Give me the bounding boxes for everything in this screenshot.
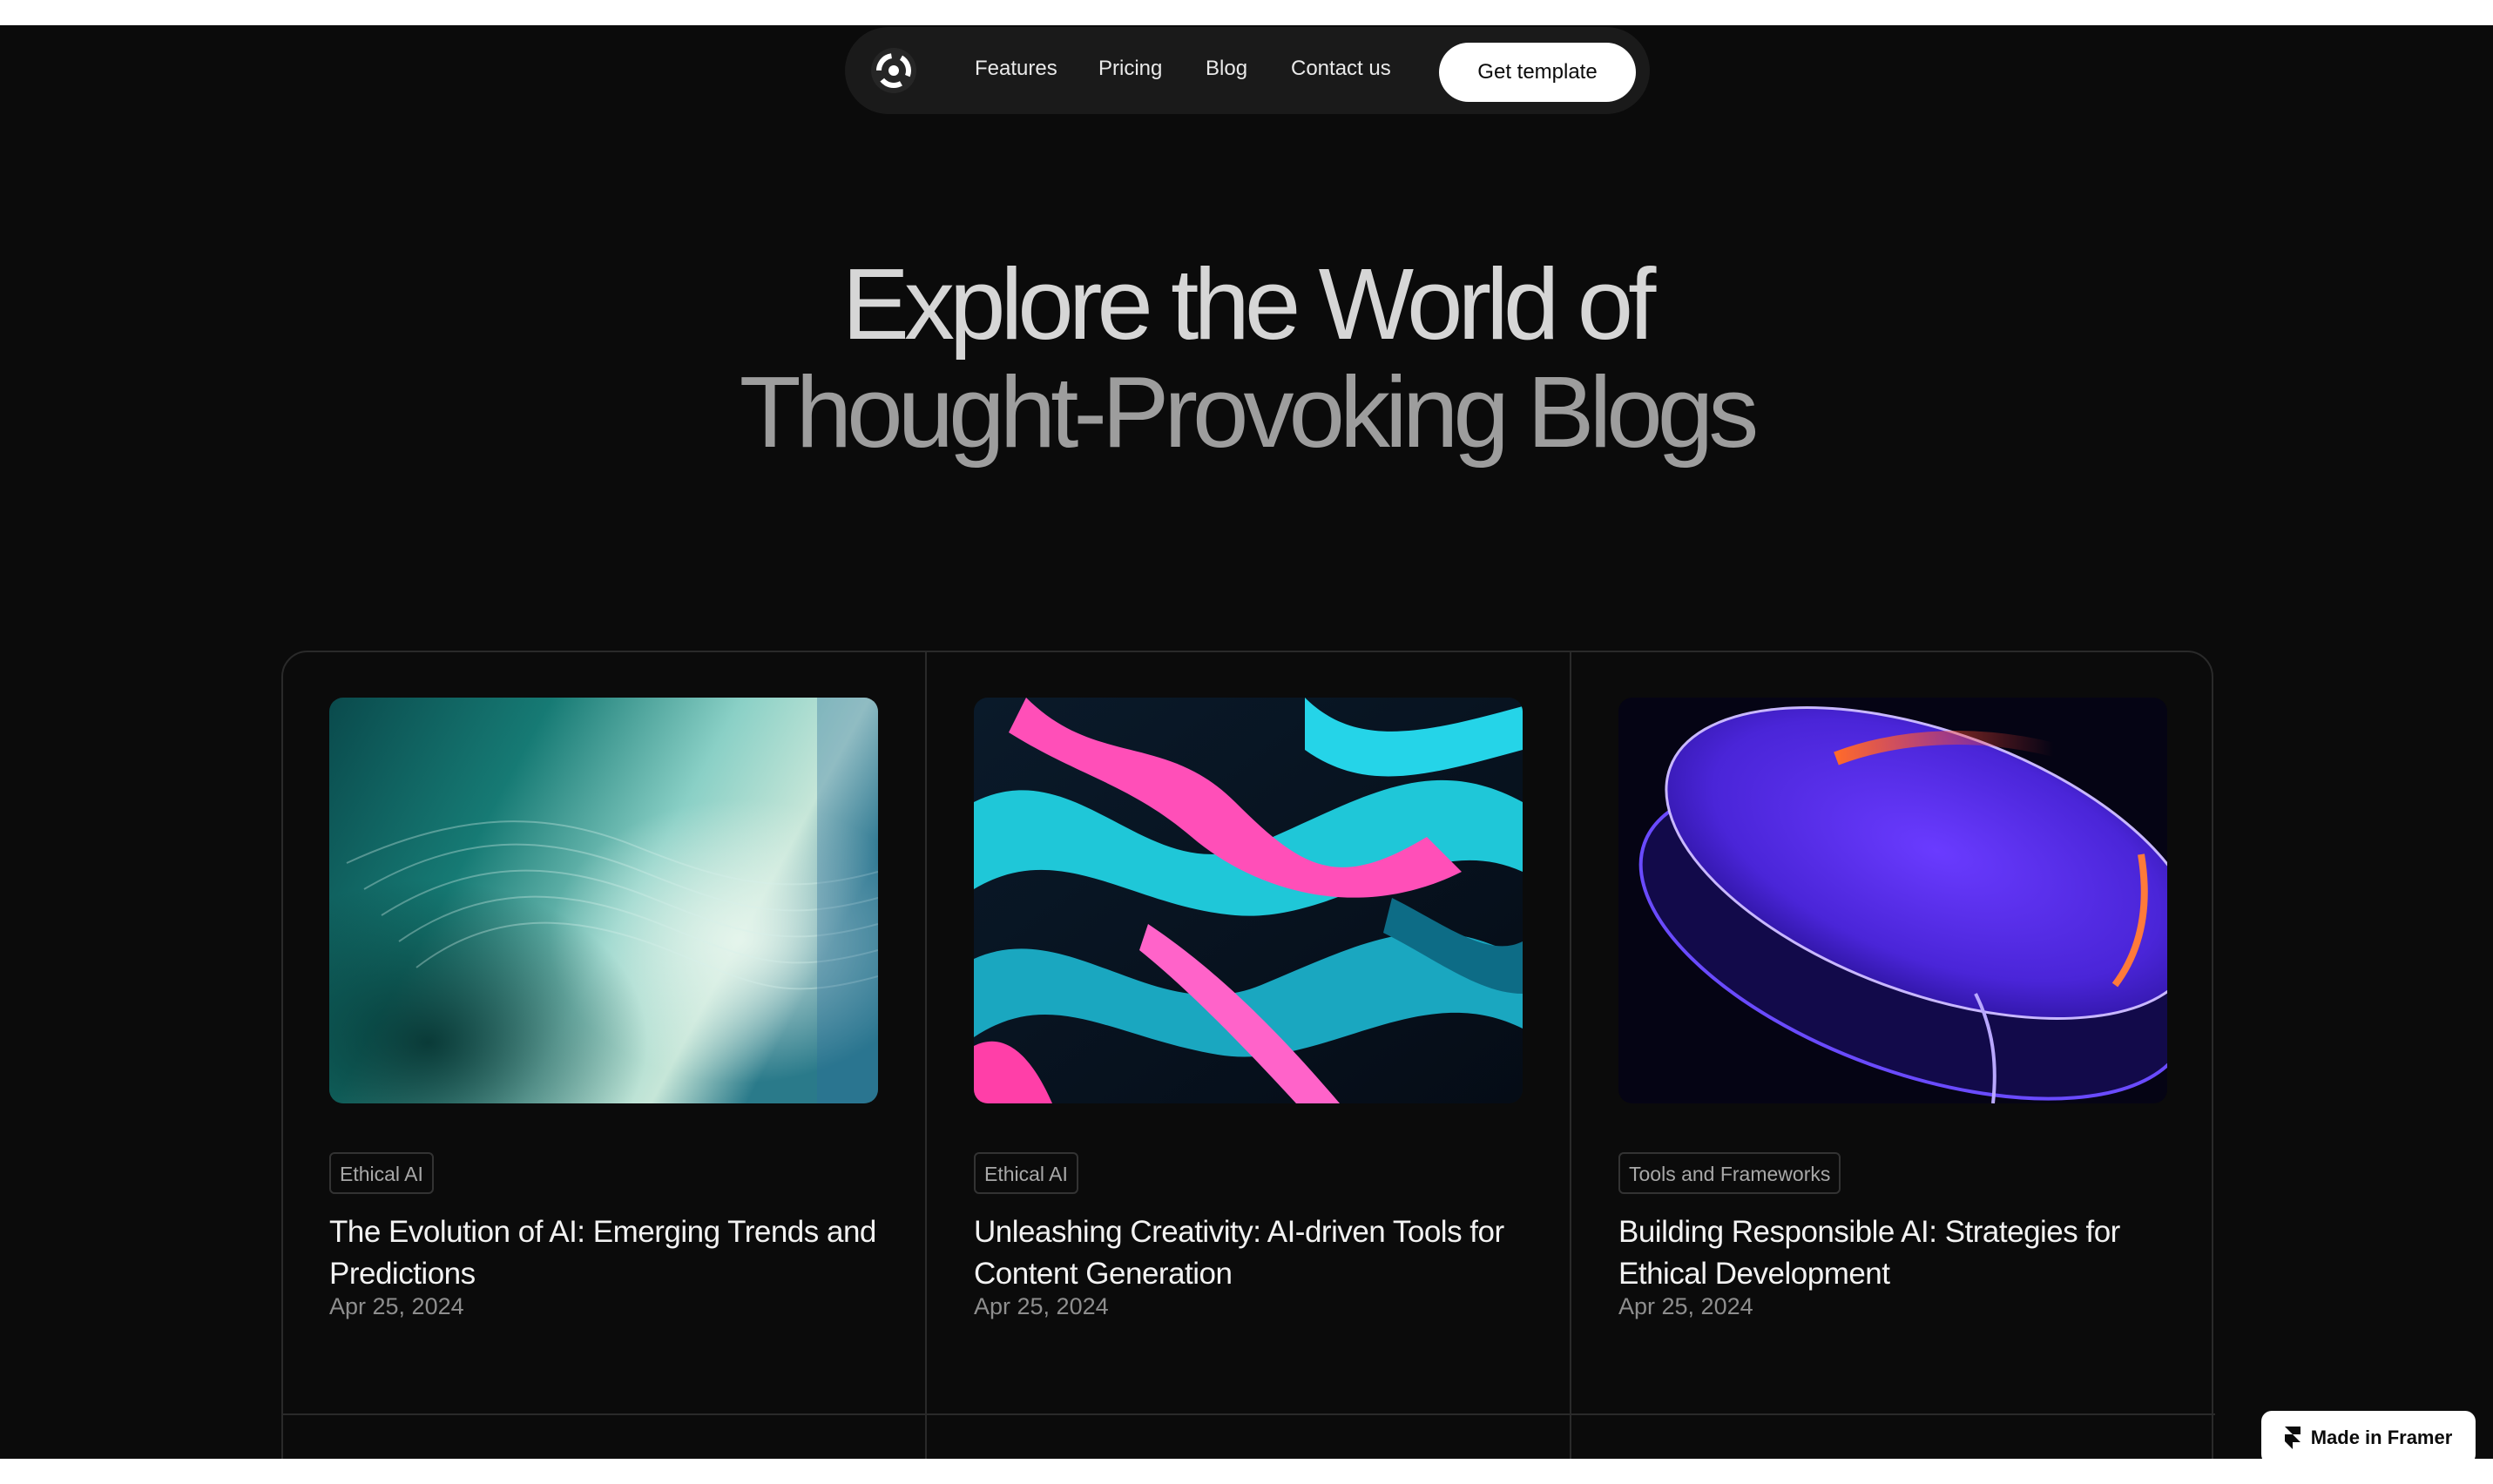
blog-card-title[interactable]: The Evolution of AI: Emerging Trends and… (329, 1211, 878, 1295)
nav-link-pricing[interactable]: Pricing (1098, 57, 1162, 81)
blog-card-date: Apr 25, 2024 (974, 1293, 1109, 1319)
hero-line-2: Thought-Provoking Blogs (739, 355, 1760, 469)
nav-link-features[interactable]: Features (975, 57, 1057, 81)
blog-card-title[interactable]: Building Responsible AI: Strategies for … (1618, 1211, 2167, 1295)
get-template-button[interactable]: Get template (1439, 43, 1636, 102)
grid-divider (283, 1413, 2215, 1415)
badge-label: Made in Framer (2310, 1427, 2453, 1448)
framer-logo-icon (2284, 1427, 2300, 1449)
made-in-framer-badge[interactable]: Made in Framer (2261, 1411, 2476, 1459)
top-nav: Features Pricing Blog Contact us Get tem… (845, 27, 1650, 114)
page: Features Pricing Blog Contact us Get tem… (0, 25, 2493, 1459)
blog-card-image[interactable] (1618, 698, 2167, 1103)
nav-link-contact[interactable]: Contact us (1291, 57, 1391, 81)
nav-link-blog[interactable]: Blog (1206, 57, 1247, 81)
blog-card-date: Apr 25, 2024 (1618, 1293, 1753, 1319)
blog-card-date: Apr 25, 2024 (329, 1293, 464, 1319)
category-tag[interactable]: Ethical AI (329, 1152, 434, 1194)
blog-card-image[interactable] (329, 698, 878, 1103)
category-tag[interactable]: Tools and Frameworks (1618, 1152, 1841, 1194)
page-title: Explore the World of Thought-Provoking B… (0, 250, 2493, 466)
logo-icon[interactable] (871, 48, 916, 93)
blog-grid: Ethical AI The Evolution of AI: Emerging… (281, 651, 2215, 1459)
blog-card-title[interactable]: Unleashing Creativity: AI-driven Tools f… (974, 1211, 1523, 1295)
blog-card-image[interactable] (974, 698, 1523, 1103)
grid-divider (1570, 652, 1571, 1459)
category-tag[interactable]: Ethical AI (974, 1152, 1078, 1194)
grid-divider (925, 652, 927, 1459)
hero-line-1: Explore the World of (841, 247, 1657, 361)
